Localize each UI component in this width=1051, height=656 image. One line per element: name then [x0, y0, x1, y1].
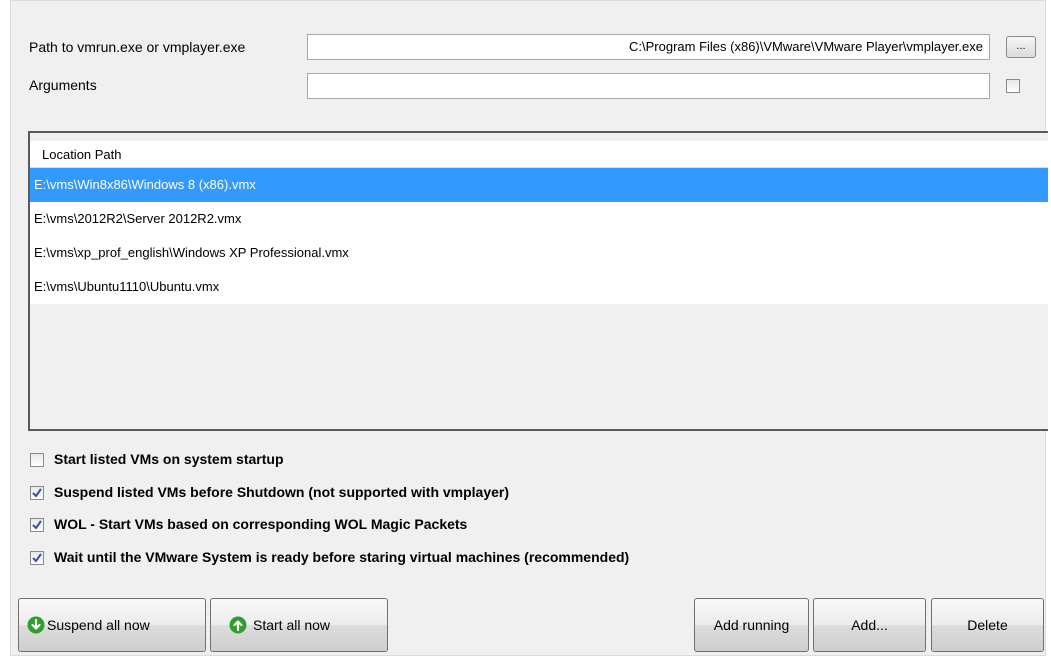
list-item[interactable]: E:\vms\Ubuntu1110\Ubuntu.vmx: [30, 270, 1048, 304]
start-all-button[interactable]: Start all now: [210, 598, 388, 652]
list-item[interactable]: E:\vms\xp_prof_english\Windows XP Profes…: [30, 236, 1048, 270]
arguments-label: Arguments: [29, 77, 97, 93]
path-label: Path to vmrun.exe or vmplayer.exe: [29, 39, 246, 55]
option-checkbox-wol[interactable]: [30, 518, 44, 532]
add-running-button[interactable]: Add running: [694, 598, 809, 652]
start-all-label: Start all now: [253, 617, 331, 633]
check-icon: [32, 488, 42, 498]
arguments-checkbox[interactable]: [1006, 79, 1020, 93]
option-label-wol: WOL - Start VMs based on corresponding W…: [54, 516, 468, 532]
vm-list[interactable]: Location Path E:\vms\Win8x86\Windows 8 (…: [28, 131, 1048, 431]
arguments-input[interactable]: [307, 73, 990, 99]
browse-button[interactable]: ...: [1006, 36, 1036, 58]
list-item[interactable]: E:\vms\Win8x86\Windows 8 (x86).vmx: [30, 168, 1048, 202]
check-icon: [32, 520, 42, 530]
suspend-all-label: Suspend all now: [47, 617, 150, 633]
path-input[interactable]: C:\Program Files (x86)\VMware\VMware Pla…: [307, 34, 990, 60]
list-item[interactable]: E:\vms\2012R2\Server 2012R2.vmx: [30, 202, 1048, 236]
option-checkbox-start-on-startup[interactable]: [30, 453, 44, 467]
delete-button[interactable]: Delete: [931, 598, 1044, 652]
suspend-all-button[interactable]: Suspend all now: [18, 598, 206, 652]
option-checkbox-wait-until-ready[interactable]: [30, 551, 44, 565]
option-label-start-on-startup: Start listed VMs on system startup: [54, 451, 284, 467]
option-checkbox-suspend-before-shutdown[interactable]: [30, 486, 44, 500]
add-button[interactable]: Add...: [813, 598, 926, 652]
column-header-location-path[interactable]: Location Path: [30, 141, 1048, 168]
option-label-suspend-before-shutdown: Suspend listed VMs before Shutdown (not …: [54, 484, 510, 500]
start-icon: [229, 616, 247, 634]
option-label-wait-until-ready: Wait until the VMware System is ready be…: [54, 549, 630, 565]
suspend-icon: [27, 616, 45, 634]
check-icon: [32, 553, 42, 563]
